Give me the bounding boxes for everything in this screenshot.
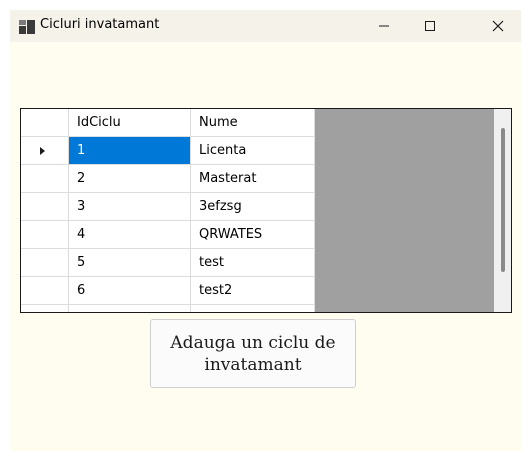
- table-row[interactable]: 1 Licenta: [21, 137, 315, 165]
- cell-idciclu[interactable]: 1: [69, 137, 191, 165]
- cell-nume[interactable]: 3efzsg: [191, 193, 315, 221]
- title-bar[interactable]: Cicluri invatamant: [10, 10, 521, 42]
- maximize-button[interactable]: [407, 10, 453, 42]
- maximize-icon: [425, 21, 435, 31]
- table-row[interactable]: 3 3efzsg: [21, 193, 315, 221]
- table-row-partial[interactable]: [21, 305, 315, 312]
- cell-nume[interactable]: [191, 305, 315, 312]
- cycles-data-grid[interactable]: IdCiclu Nume 1 Licenta 2 Masterat 3 3efz…: [20, 108, 512, 313]
- table-row[interactable]: 5 test: [21, 249, 315, 277]
- header-row: IdCiclu Nume: [21, 109, 315, 137]
- row-header[interactable]: [21, 277, 69, 305]
- cell-nume[interactable]: Masterat: [191, 165, 315, 193]
- cell-idciclu[interactable]: 4: [69, 221, 191, 249]
- row-header[interactable]: [21, 165, 69, 193]
- table-row[interactable]: 2 Masterat: [21, 165, 315, 193]
- row-header[interactable]: [21, 305, 69, 312]
- cell-nume[interactable]: Licenta: [191, 137, 315, 165]
- minimize-icon: [379, 25, 389, 27]
- row-header[interactable]: [21, 249, 69, 277]
- cell-idciclu[interactable]: 5: [69, 249, 191, 277]
- table-row[interactable]: 6 test2: [21, 277, 315, 305]
- cell-nume[interactable]: test: [191, 249, 315, 277]
- cell-nume[interactable]: test2: [191, 277, 315, 305]
- add-cycle-button[interactable]: Adauga un ciclu de invatamant: [150, 319, 356, 388]
- cell-idciclu[interactable]: 2: [69, 165, 191, 193]
- cell-idciclu[interactable]: [69, 305, 191, 312]
- row-header[interactable]: [21, 193, 69, 221]
- app-icon: [19, 19, 35, 34]
- cell-idciclu[interactable]: 3: [69, 193, 191, 221]
- window-title: Cicluri invatamant: [40, 17, 160, 32]
- cell-nume[interactable]: QRWATES: [191, 221, 315, 249]
- close-icon: [492, 20, 504, 32]
- row-header[interactable]: [21, 137, 69, 165]
- cell-idciclu[interactable]: 6: [69, 277, 191, 305]
- app-window: Cicluri invatamant IdCiclu Nume 1 Licent…: [10, 10, 521, 451]
- triangle-right-icon: [40, 147, 45, 155]
- minimize-button[interactable]: [361, 10, 407, 42]
- close-button[interactable]: [475, 10, 521, 42]
- column-header-idciclu[interactable]: IdCiclu: [69, 109, 191, 137]
- corner-header-cell[interactable]: [21, 109, 69, 137]
- column-header-nume[interactable]: Nume: [191, 109, 315, 137]
- table-row[interactable]: 4 QRWATES: [21, 221, 315, 249]
- row-header[interactable]: [21, 221, 69, 249]
- scrollbar-thumb[interactable]: [501, 128, 505, 272]
- vertical-scrollbar[interactable]: [494, 109, 511, 312]
